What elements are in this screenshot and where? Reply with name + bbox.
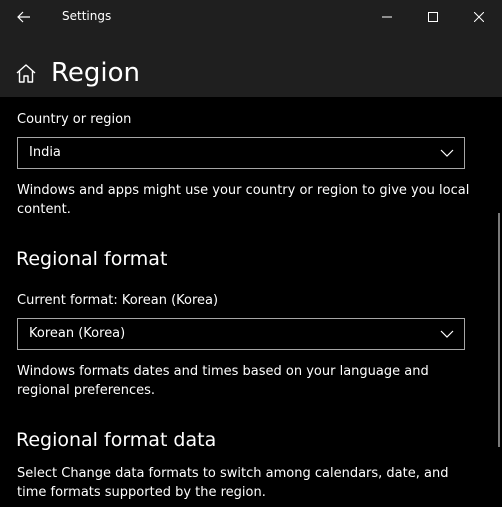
maximize-icon xyxy=(428,11,438,22)
back-button[interactable] xyxy=(4,0,44,33)
country-region-dropdown[interactable]: India xyxy=(17,137,465,169)
country-region-description: Windows and apps might use your country … xyxy=(17,183,470,217)
page-title: Region xyxy=(51,58,141,88)
scrollbar[interactable] xyxy=(498,213,500,447)
regional-format-data-heading: Regional format data xyxy=(16,429,217,451)
country-region-label: Country or region xyxy=(17,112,132,127)
content-area: Country or region India Windows and apps… xyxy=(0,97,502,507)
maximize-button[interactable] xyxy=(410,0,456,33)
title-bar: Settings xyxy=(0,0,502,33)
close-icon xyxy=(474,11,484,22)
page-header: Region xyxy=(0,33,502,97)
regional-format-value: Korean (Korea) xyxy=(29,326,126,341)
close-button[interactable] xyxy=(456,0,502,33)
minimize-button[interactable] xyxy=(364,0,410,33)
chevron-down-icon xyxy=(440,330,454,338)
settings-window: Settings Region Country or region India xyxy=(0,0,502,507)
country-region-value: India xyxy=(29,145,61,160)
window-title: Settings xyxy=(62,9,112,23)
current-format-label: Current format: Korean (Korea) xyxy=(17,293,219,308)
regional-format-heading: Regional format xyxy=(16,248,168,270)
regional-format-data-description: Select Change data formats to switch amo… xyxy=(17,466,449,500)
minimize-icon xyxy=(382,16,392,17)
chevron-down-icon xyxy=(440,149,454,157)
home-icon[interactable] xyxy=(15,63,37,85)
back-arrow-icon xyxy=(17,11,30,22)
regional-format-dropdown[interactable]: Korean (Korea) xyxy=(17,318,465,350)
regional-format-description: Windows formats dates and times based on… xyxy=(17,364,429,398)
